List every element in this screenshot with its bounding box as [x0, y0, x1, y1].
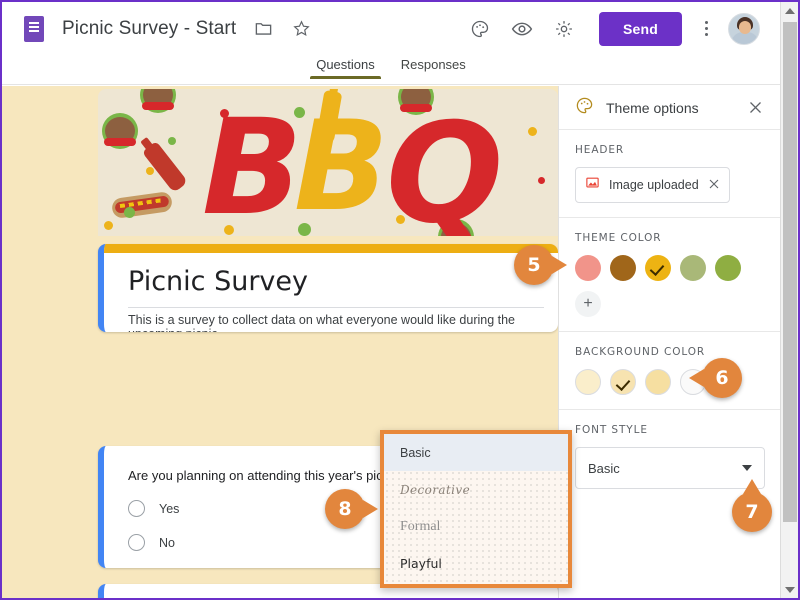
- decorative-dot: [538, 177, 545, 184]
- hotdog-icon: [110, 190, 174, 220]
- banner-letter-b1: B: [202, 91, 303, 236]
- burger-icon: [140, 89, 176, 113]
- panel-title: Theme options: [606, 99, 699, 116]
- send-button[interactable]: Send: [598, 11, 682, 46]
- form-title[interactable]: Picnic Survey: [128, 266, 308, 297]
- gear-icon[interactable]: [553, 18, 575, 40]
- background-color-label: BACKGROUND COLOR: [575, 346, 706, 358]
- star-icon[interactable]: [290, 18, 312, 40]
- theme-swatch-olive-green[interactable]: [715, 255, 741, 281]
- theme-swatch-golden[interactable]: [645, 255, 671, 281]
- decorative-dot: [168, 137, 176, 145]
- palette-icon[interactable]: [469, 18, 491, 40]
- bg-swatch-cream-light[interactable]: [575, 369, 601, 395]
- bg-swatch-cream-medium[interactable]: [610, 369, 636, 395]
- form-title-card[interactable]: Picnic Survey This is a survey to collec…: [98, 244, 558, 332]
- form-description[interactable]: This is a survey to collect data on what…: [128, 313, 558, 332]
- background-color-section: BACKGROUND COLOR: [559, 332, 780, 410]
- radio-option[interactable]: No: [128, 534, 175, 551]
- chip-label: Image uploaded: [609, 178, 699, 192]
- theme-color-stripe: [104, 244, 558, 253]
- image-icon: [585, 175, 600, 195]
- remove-image-icon[interactable]: [708, 178, 720, 192]
- user-avatar[interactable]: [728, 12, 760, 45]
- app-window: Picnic Survey - Start Send Questions Res…: [0, 0, 800, 600]
- tab-responses[interactable]: Responses: [399, 55, 468, 79]
- option-label: No: [159, 535, 175, 550]
- burger-icon: [102, 113, 138, 149]
- folder-icon[interactable]: [252, 18, 274, 40]
- callout-badge-7: 7: [732, 479, 772, 532]
- callout-badge-8: 8: [325, 489, 378, 529]
- font-style-label: FONT STYLE: [575, 424, 648, 436]
- font-option-formal[interactable]: Formal: [384, 508, 568, 545]
- google-forms-logo: [24, 15, 44, 42]
- title-underline: [128, 307, 544, 308]
- theme-swatch-brown[interactable]: [610, 255, 636, 281]
- question-label: Are you planning on attending this year'…: [128, 468, 407, 483]
- eye-icon[interactable]: [511, 18, 533, 40]
- image-uploaded-chip[interactable]: Image uploaded: [575, 167, 730, 203]
- header-section-label: HEADER: [575, 144, 625, 156]
- font-option-basic[interactable]: Basic: [384, 434, 568, 471]
- font-style-dropdown-menu[interactable]: Basic Decorative Formal Playful: [380, 430, 572, 588]
- theme-color-swatches: [575, 255, 764, 281]
- document-title[interactable]: Picnic Survey - Start: [62, 18, 236, 40]
- callout-badge-6: 6: [689, 358, 742, 398]
- decorative-dot: [528, 127, 537, 136]
- theme-color-label: THEME COLOR: [575, 232, 662, 244]
- radio-circle-icon[interactable]: [128, 534, 145, 551]
- option-label: Yes: [159, 501, 180, 516]
- close-icon[interactable]: [744, 97, 766, 119]
- decorative-dot: [124, 207, 135, 218]
- font-style-value: Basic: [588, 460, 620, 476]
- banner-letter-b2: B: [294, 95, 389, 236]
- font-style-select[interactable]: Basic: [575, 447, 765, 489]
- more-options-icon[interactable]: [696, 18, 716, 40]
- toolbar-right-group: Send: [449, 11, 780, 46]
- form-header-banner-image[interactable]: B B Q: [98, 89, 558, 236]
- dropdown-surface: Basic Decorative Formal Playful: [384, 434, 568, 584]
- bg-swatch-cream-dark[interactable]: [645, 369, 671, 395]
- scroll-down-arrow-icon[interactable]: [781, 581, 798, 598]
- radio-option[interactable]: Yes: [128, 500, 179, 517]
- font-option-playful[interactable]: Playful: [384, 545, 568, 582]
- theme-swatch-salmon[interactable]: [575, 255, 601, 281]
- scroll-up-arrow-icon[interactable]: [781, 2, 798, 19]
- callout-badge-5: 5: [514, 245, 567, 285]
- top-toolbar: Picnic Survey - Start Send: [2, 2, 780, 55]
- vertical-scrollbar[interactable]: [780, 2, 798, 598]
- decorative-dot: [104, 221, 113, 230]
- radio-circle-icon[interactable]: [128, 500, 145, 517]
- theme-swatch-sage-green[interactable]: [680, 255, 706, 281]
- decorative-dot: [146, 167, 154, 175]
- scrollbar-thumb[interactable]: [783, 22, 797, 522]
- add-custom-color-button[interactable]: +: [575, 291, 601, 317]
- question-text: Are you planning on attending this year'…: [128, 468, 415, 483]
- form-tabs: Questions Responses: [2, 55, 780, 85]
- theme-color-section: THEME COLOR +: [559, 218, 780, 332]
- panel-header: Theme options: [559, 86, 780, 130]
- banner-letter-q: Q: [386, 93, 504, 236]
- header-section: HEADER Image uploaded: [559, 130, 780, 218]
- chevron-down-icon[interactable]: [742, 465, 752, 471]
- tab-questions[interactable]: Questions: [310, 55, 381, 79]
- palette-icon: [575, 96, 594, 120]
- font-option-decorative[interactable]: Decorative: [384, 471, 568, 508]
